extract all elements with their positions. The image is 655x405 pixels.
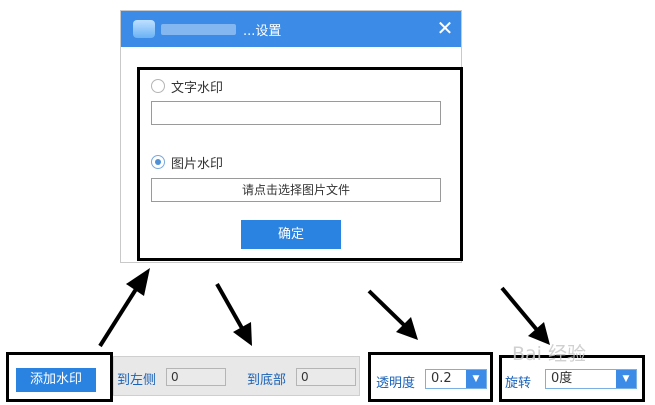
arrow-to-position-toolbar xyxy=(215,283,252,346)
rotate-select[interactable]: 0度 ▼ xyxy=(545,369,637,389)
arrow-to-rotate xyxy=(500,286,550,345)
arrow-to-opacity xyxy=(367,289,418,340)
dialog-titlebar: ...设置 ✕ xyxy=(121,11,461,47)
position-toolbar: 到左侧 0 到底部 0 xyxy=(113,356,360,396)
arrow-to-dialog xyxy=(98,268,150,348)
left-offset-input[interactable]: 0 xyxy=(166,368,226,386)
bottom-offset-label: 到底部 xyxy=(247,373,287,388)
add-watermark-button[interactable]: 添加水印 xyxy=(16,368,96,392)
opacity-value: 0.2 xyxy=(431,371,452,386)
opacity-label: 透明度 xyxy=(376,376,416,391)
baidu-watermark: Bai 经验 xyxy=(512,343,586,365)
opacity-select[interactable]: 0.2 ▼ xyxy=(425,369,487,389)
rotate-label: 旋转 xyxy=(505,376,532,391)
dialog-title: ...设置 xyxy=(243,24,282,39)
rotate-value: 0度 xyxy=(551,371,573,386)
chevron-down-icon: ▼ xyxy=(616,370,636,388)
close-icon[interactable]: ✕ xyxy=(433,17,457,41)
highlight-frame-dialog xyxy=(137,67,463,261)
app-logo-icon xyxy=(133,20,155,38)
blurred-title xyxy=(161,24,236,35)
left-offset-label: 到左侧 xyxy=(117,373,157,388)
bottom-offset-input[interactable]: 0 xyxy=(296,368,356,386)
chevron-down-icon: ▼ xyxy=(466,370,486,388)
